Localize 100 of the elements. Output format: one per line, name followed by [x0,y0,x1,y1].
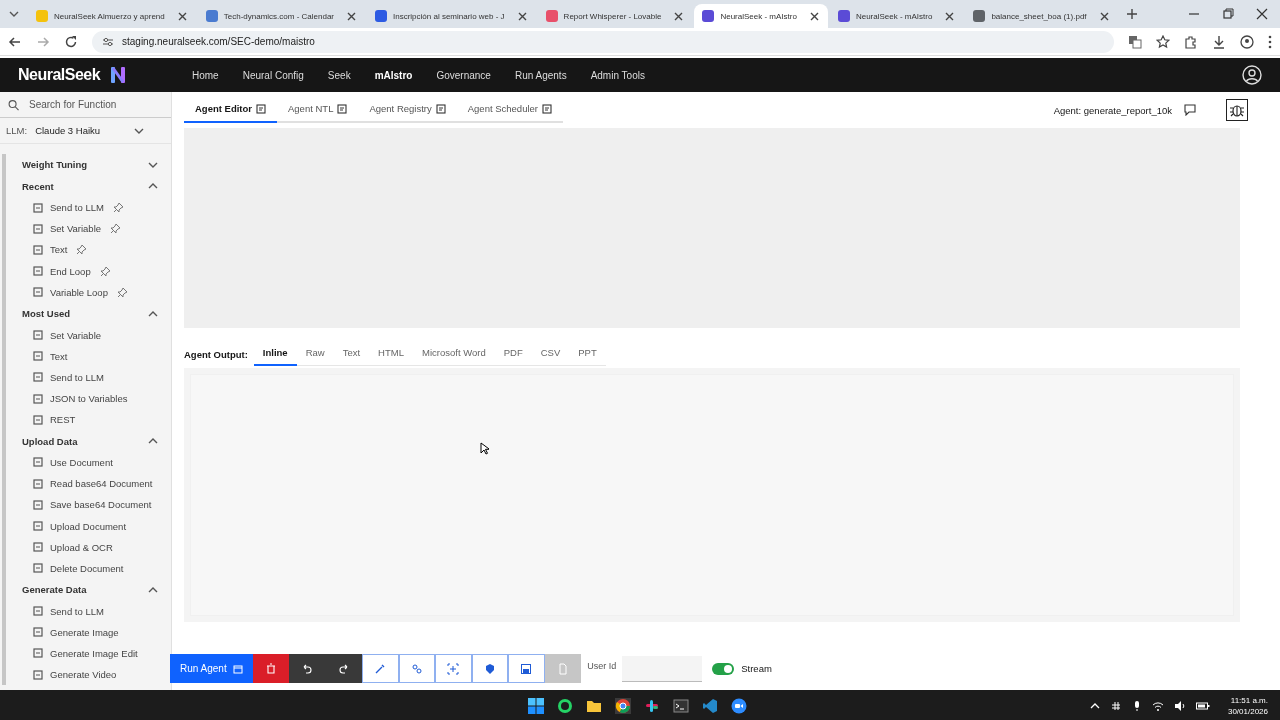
output-tab[interactable]: CSV [531,342,570,366]
browser-tab[interactable]: Inscripción al seminario web - J [367,4,536,28]
back-icon[interactable] [8,34,22,49]
function-item[interactable]: Upload Document [22,515,159,537]
site-settings-icon[interactable] [102,35,114,48]
pin-icon[interactable] [99,265,111,277]
tool-button[interactable] [398,654,436,683]
function-item[interactable]: Generate Image Edit [22,642,159,665]
section-header[interactable]: Generate Data [22,579,159,601]
function-item[interactable]: Set Variable [22,324,159,346]
section-header[interactable]: Most Used [22,302,159,325]
editor-tab[interactable]: Agent Scheduler [456,97,563,123]
redo-button[interactable] [325,654,363,683]
hash-grid-icon[interactable] [1109,700,1122,712]
close-icon[interactable] [1256,8,1268,20]
editor-tab[interactable]: Agent NTL [277,97,359,123]
browser-tab[interactable]: balance_sheet_boa (1).pdf [965,4,1118,28]
function-item[interactable]: JSON to Variables [22,388,159,410]
function-item[interactable]: Text [22,239,159,261]
search-field[interactable]: Search for Function [27,94,163,115]
output-tab[interactable]: HTML [369,342,413,366]
user-id-field[interactable] [622,655,703,682]
address-bar[interactable]: staging.neuralseek.com/SEC-demo/maistro [92,30,1114,53]
folder-icon[interactable] [586,698,602,714]
battery-icon[interactable] [1195,701,1210,711]
section-header[interactable]: Recent [22,175,159,197]
nav-link[interactable]: Neural Config [230,69,316,81]
profile-icon[interactable] [1240,34,1254,49]
browser-tab[interactable]: NeuralSeek - mAIstro [829,4,964,28]
output-tab[interactable]: Raw [296,342,334,366]
code-editor-icon[interactable] [702,698,718,714]
save-button[interactable] [508,654,545,683]
output-label: Agent Output: [184,348,248,360]
nav-link[interactable]: Seek [315,69,363,81]
function-icon [33,244,43,255]
browser-tab[interactable]: NeuralSeek - mAIstro [694,4,828,28]
reload-icon[interactable] [64,34,78,49]
output-tab[interactable]: PDF [494,342,532,366]
function-item[interactable]: Send to LLM [22,600,159,622]
hash-grid-icon[interactable] [644,698,660,714]
function-item[interactable]: Use Document [22,451,159,474]
function-item[interactable]: Generate Video [22,664,159,686]
browser-icon[interactable] [615,698,631,714]
speaker-icon[interactable] [1173,700,1186,712]
function-item[interactable]: Send to LLM [22,366,159,388]
nav-link[interactable]: Governance [424,69,503,81]
nav-link[interactable]: Admin Tools [578,69,657,81]
delete-button[interactable] [252,654,290,683]
run-agent-button[interactable]: Run Agent [170,654,253,683]
bug-icon[interactable] [1226,99,1248,121]
function-item[interactable]: Delete Document [22,557,159,579]
stream-toggle[interactable] [712,662,735,675]
wifi-icon[interactable] [1151,700,1164,712]
restore-icon[interactable] [1222,8,1234,20]
nav-link[interactable]: Home [180,69,231,81]
function-icon [33,372,43,383]
terminal-icon[interactable] [673,698,689,714]
nav-link[interactable]: mAIstro [362,69,425,81]
chat-icon[interactable] [557,698,573,714]
puzzle-icon[interactable] [1184,34,1198,49]
browser-tab[interactable]: Tech-dynamics.com - Calendar [197,4,365,28]
cursor-icon [480,442,489,455]
section-header[interactable]: Weight Tuning [22,154,159,176]
function-item[interactable]: Set Variable [22,218,159,240]
star-icon[interactable] [1156,34,1170,49]
browser-tab[interactable]: NeuralSeek Almuerzo y aprend [28,4,196,28]
editor-tab[interactable]: Agent Editor [184,97,277,123]
function-item[interactable]: Send to LLM [22,197,159,219]
output-tab[interactable]: PPT [569,342,606,366]
pin-icon[interactable] [110,223,122,235]
function-item[interactable]: Generate Image [22,621,159,643]
output-tab[interactable]: Text [333,342,370,366]
windows-logo-icon[interactable] [528,698,544,714]
function-item[interactable]: REST [22,409,159,431]
tool-button[interactable] [471,654,509,683]
output-tab[interactable]: Microsoft Word [413,342,495,366]
browser-tab[interactable]: Report Whisperer - Lovable [537,4,693,28]
menu-icon[interactable] [1268,34,1272,49]
function-item[interactable]: Read base64 Document [22,473,159,495]
pin-icon[interactable] [116,286,128,298]
chevron-up-icon[interactable] [1089,701,1100,711]
nav-link[interactable]: Run Agents [502,69,579,81]
llm-dropdown[interactable]: Claude 3 Haiku [35,124,165,137]
new-tab-icon[interactable] [1125,8,1138,20]
editor-tab[interactable]: Agent Registry [358,97,457,123]
tab-title: Inscripción al seminario web - J [393,11,505,21]
function-item[interactable]: End Loop [22,260,159,282]
function-item[interactable]: Text [22,345,159,367]
tab-title: balance_sheet_boa (1).pdf [991,11,1087,21]
user-avatar-icon[interactable] [1242,65,1262,85]
download-icon[interactable] [1212,34,1226,49]
function-item[interactable]: Variable Loop [22,281,159,303]
output-tab[interactable]: Inline [253,342,297,366]
function-item[interactable]: Upload & OCR [22,536,159,558]
section-header[interactable]: Upload Data [22,430,159,452]
pin-icon[interactable] [76,244,88,256]
pin-icon[interactable] [112,202,124,214]
function-item[interactable]: Save base64 Document [22,494,159,516]
undo-button[interactable] [289,654,326,683]
video-call-icon[interactable] [731,698,747,714]
